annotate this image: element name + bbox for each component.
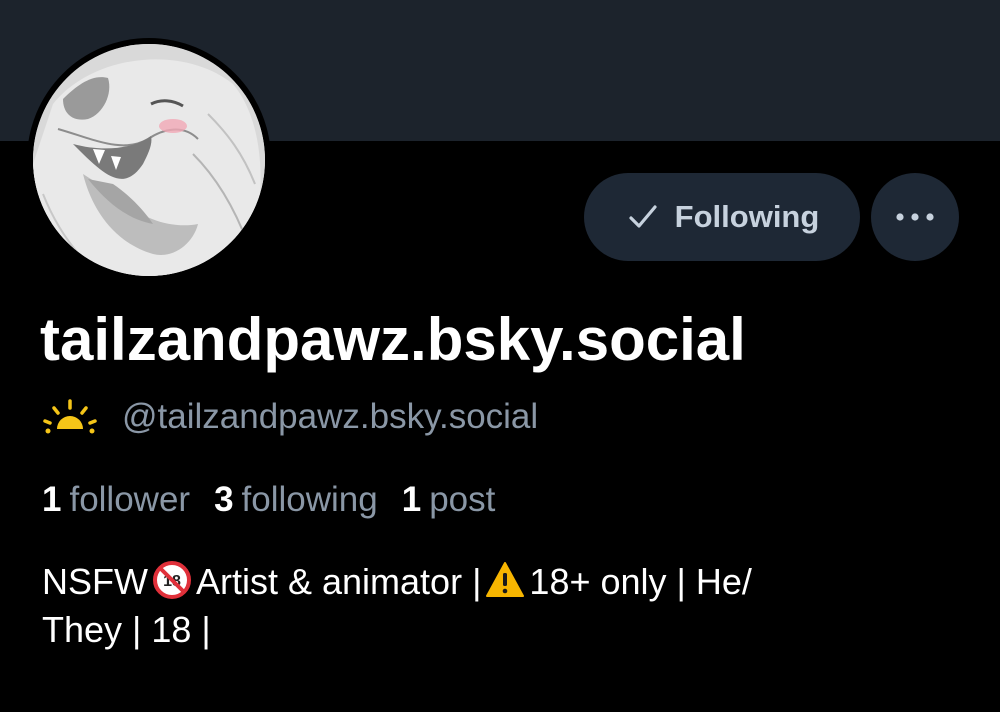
bio-text-artist: Artist & animator | — [195, 561, 482, 602]
avatar[interactable] — [27, 38, 271, 282]
followers-count: 1 — [42, 480, 62, 519]
more-options-button[interactable] — [871, 173, 959, 261]
following-label: following — [241, 480, 378, 519]
bio-line-2: They | 18 | — [42, 609, 211, 650]
posts-label: post — [429, 480, 496, 519]
bio-text-nsfw: NSFW — [42, 561, 148, 602]
posts-stat: 1 post — [402, 480, 496, 520]
profile-stats: 1 follower 3 following 1 post — [42, 474, 519, 526]
profile-handle[interactable]: @tailzandpawz.bsky.social — [122, 397, 538, 437]
warning-icon — [485, 560, 525, 600]
posts-count: 1 — [401, 480, 422, 519]
sunrise-icon — [42, 397, 98, 437]
profile-bio: NSFW18Artist & animator |18+ only | He/ … — [42, 558, 942, 654]
avatar-image — [33, 44, 265, 276]
following-button[interactable]: Following — [584, 173, 860, 261]
handle-row: @tailzandpawz.bsky.social — [42, 392, 538, 442]
following-count: 3 — [214, 480, 234, 519]
followers-label: follower — [69, 480, 191, 519]
no-one-under-eighteen-icon: 18 — [152, 560, 192, 600]
ellipsis-icon — [895, 212, 935, 222]
following-stat[interactable]: 3 following — [214, 480, 378, 520]
bio-text-age: 18+ only | He/ — [529, 561, 752, 602]
following-button-label: Following — [674, 199, 820, 234]
bio-line-1: NSFW18Artist & animator | 18+ only | He/ — [42, 558, 942, 606]
profile-page: Following tailzandpawz.bsky.social @tail… — [0, 0, 1000, 712]
checkmark-icon — [625, 199, 661, 235]
display-name: tailzandpawz.bsky.social — [40, 306, 746, 373]
followers-stat[interactable]: 1 follower — [42, 480, 190, 520]
